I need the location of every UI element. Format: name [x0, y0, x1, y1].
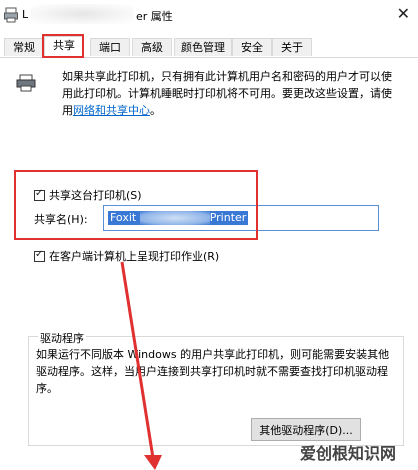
watermark-text: 爱创根知识网	[300, 444, 397, 463]
additional-drivers-button[interactable]: 其他驱动程序(D)...	[251, 418, 361, 441]
title-redacted	[30, 4, 134, 24]
printer-app-icon	[4, 7, 18, 23]
tab-strip: 常规 共享 端口 高级 颜色管理 安全 关于	[0, 36, 418, 58]
share-name-redacted	[139, 211, 210, 225]
share-name-value: Foxit Printer	[108, 211, 249, 225]
share-name-prefix: Foxit	[110, 211, 137, 224]
network-sharing-center-link[interactable]: 网络和共享中心	[73, 104, 150, 117]
sharing-info-text: 如果共享此打印机，只有拥有此计算机用户名和密码的用户才可以使用此打印机。计算机睡…	[62, 68, 398, 119]
printer-icon	[16, 74, 36, 92]
drivers-group-title: 驱动程序	[38, 330, 86, 346]
sharing-info-end: 。	[150, 104, 161, 117]
tab-color-management[interactable]: 颜色管理	[174, 38, 232, 56]
share-printer-label: 共享这台打印机(S)	[49, 189, 142, 202]
tab-sharing[interactable]: 共享	[44, 36, 84, 56]
drivers-description: 如果运行不同版本 Windows 的用户共享此打印机，则可能需要安装其他驱动程序…	[36, 348, 390, 395]
render-jobs-checkbox[interactable]	[34, 249, 45, 262]
share-printer-checkbox-row[interactable]: 共享这台打印机(S)	[34, 187, 142, 203]
window-title: er 属性	[136, 10, 173, 23]
tab-advanced[interactable]: 高级	[132, 38, 172, 56]
tab-about[interactable]: 关于	[272, 38, 312, 56]
share-name-input[interactable]: Foxit Printer	[103, 205, 379, 231]
share-name-suffix: Printer	[209, 211, 247, 224]
close-icon[interactable]: ✕	[397, 4, 410, 23]
share-name-label: 共享名(H):	[34, 213, 88, 226]
render-jobs-label: 在客户端计算机上呈现打印作业(R)	[49, 250, 220, 263]
render-jobs-checkbox-row[interactable]: 在客户端计算机上呈现打印作业(R)	[34, 248, 219, 264]
title-prefix: L	[22, 8, 29, 21]
tab-ports[interactable]: 端口	[90, 38, 130, 56]
tab-general[interactable]: 常规	[4, 38, 44, 56]
title-bar: L er 属性 ✕	[0, 0, 418, 30]
tab-security[interactable]: 安全	[232, 38, 272, 56]
share-printer-checkbox[interactable]	[34, 188, 45, 201]
